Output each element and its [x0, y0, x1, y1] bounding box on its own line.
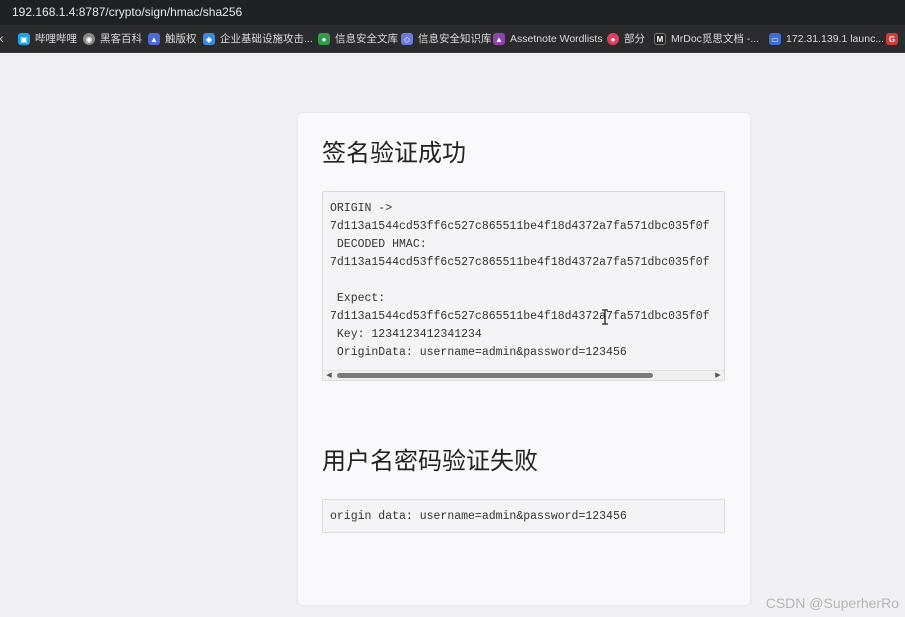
url-text[interactable]: 192.168.1.4:8787/crypto/sign/hmac/sha256	[12, 4, 242, 20]
bookmark-infra-attack[interactable]: ◆ 企业基础设施攻击...	[203, 31, 313, 47]
fail-heading: 用户名密码验证失败	[322, 447, 538, 475]
bookmark-partial[interactable]: ● 部分	[607, 31, 645, 47]
bookmark-hacker-wiki[interactable]: ◉ 黑客百科	[83, 31, 142, 47]
output-line: OriginData: username=admin&password=1234…	[330, 346, 627, 359]
origin-data-output[interactable]: origin data: username=admin&password=123…	[322, 499, 725, 533]
bookmark-launch[interactable]: ▭ 172.31.139.1 launc...	[769, 31, 884, 47]
bookmark-label: MrDoc觅思文档 -...	[671, 33, 760, 45]
output-line: 7d113a1544cd53ff6c527c865511be4f18d4372a…	[330, 310, 710, 323]
bookmark-mrdoc[interactable]: M MrDoc觅思文档 -...	[654, 31, 759, 47]
bilibili-icon: ▣	[18, 33, 30, 45]
address-bar[interactable]: 192.168.1.4:8787/crypto/sign/hmac/sha256	[0, 0, 905, 25]
triangle-icon: ▲	[493, 33, 505, 45]
output-line: Key: 1234123412341234	[330, 328, 482, 341]
bookmark-bilibili[interactable]: ▣ 哔哩哔哩	[18, 31, 77, 47]
bookmark-label: 哔哩哔哩	[35, 33, 77, 45]
cube-icon: ◆	[203, 33, 215, 45]
bookmark-security-kb[interactable]: ◇ 信息安全知识库	[401, 31, 492, 47]
bookmark-label: k	[0, 33, 4, 45]
bookmark-label: 企业基础设施攻击...	[220, 33, 313, 45]
text-cursor-icon	[602, 309, 608, 325]
shield-icon: ●	[318, 33, 330, 45]
verification-output[interactable]: ORIGIN -> 7d113a1544cd53ff6c527c865511be…	[322, 191, 725, 381]
scroll-thumb[interactable]	[337, 373, 653, 378]
output-line: origin data: username=admin&password=123…	[330, 510, 627, 523]
badge-icon: ●	[607, 33, 619, 45]
bookmark-assetnote[interactable]: ▲ Assetnote Wordlists	[493, 31, 603, 47]
success-heading: 签名验证成功	[322, 139, 466, 167]
bookmark-label: 信息安全知识库	[418, 33, 492, 45]
globe-icon: ◉	[83, 33, 95, 45]
watermark: CSDN @SuperherRo	[765, 595, 899, 611]
bookmark-label: Assetnote Wordlists	[510, 33, 603, 45]
app-icon: ▲	[148, 33, 160, 45]
bookmark-label: 部分	[624, 33, 645, 45]
result-card: 签名验证成功 ORIGIN -> 7d113a1544cd53ff6c527c8…	[298, 113, 750, 605]
bookmarks-bar: k ▣ 哔哩哔哩 ◉ 黑客百科 ▲ 触版权 ◆ 企业基础设施攻击... ● 信息…	[0, 25, 905, 53]
bookmark-0[interactable]: k	[0, 31, 3, 47]
bookmark-label: 触版权	[165, 33, 197, 45]
horizontal-scrollbar[interactable]: ◀ ▶	[323, 370, 724, 380]
diamond-icon: ◇	[401, 33, 413, 45]
output-line: Expect:	[330, 292, 386, 305]
bookmark-label: 172.31.139.1 launc...	[786, 33, 885, 45]
output-line: 7d113a1544cd53ff6c527c865511be4f18d4372a…	[330, 256, 710, 269]
g-icon: G	[886, 33, 898, 45]
window-icon: ▭	[769, 33, 781, 45]
scroll-left-arrow-icon[interactable]: ◀	[324, 372, 334, 380]
output-line: ORIGIN ->	[330, 202, 393, 215]
bookmark-label: 信息安全文库	[335, 33, 398, 45]
scroll-right-arrow-icon[interactable]: ▶	[713, 372, 723, 380]
bookmark-label: 黑客百科	[100, 33, 142, 45]
bookmark-copyright[interactable]: ▲ 触版权	[148, 31, 197, 47]
doc-icon: M	[654, 33, 666, 45]
bookmark-g[interactable]: G	[886, 31, 903, 47]
bookmark-security-library[interactable]: ● 信息安全文库	[318, 31, 398, 47]
output-line: 7d113a1544cd53ff6c527c865511be4f18d4372a…	[330, 220, 710, 233]
output-line: DECODED HMAC:	[330, 238, 427, 251]
